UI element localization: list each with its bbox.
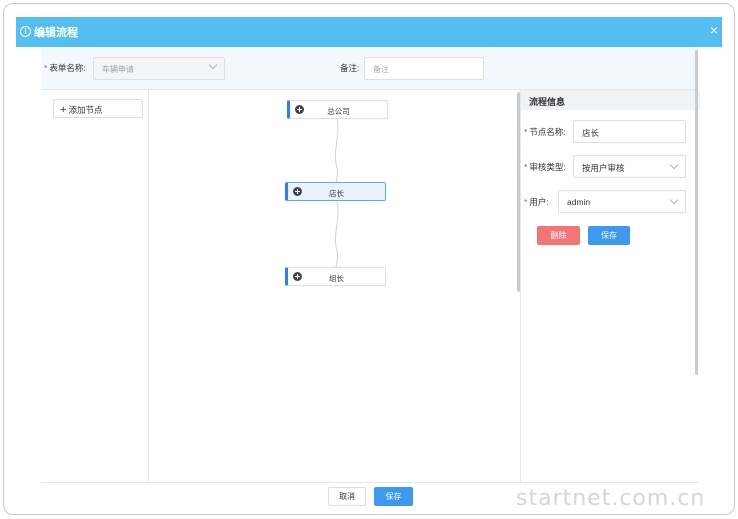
save-button[interactable]: 保存	[374, 487, 413, 506]
close-icon[interactable]: ×	[710, 22, 718, 38]
plus-icon: +	[60, 104, 67, 116]
remark-input[interactable]: 备注	[364, 57, 484, 80]
flow-node-hq[interactable]: 总公司	[287, 100, 388, 119]
form-name-label: * 表单名称:	[44, 63, 86, 73]
save-node-button[interactable]: 保存	[588, 226, 630, 245]
flow-info-header: 流程信息	[521, 90, 700, 110]
add-node-button[interactable]: + 添加节点	[53, 99, 143, 118]
approval-type-label: * 审核类型:	[524, 162, 566, 172]
form-header: * 表单名称: 车辆申请 备注: 备注	[41, 47, 696, 90]
dialog-titlebar: i 编辑流程 ×	[16, 17, 722, 47]
info-circle-icon: i	[20, 26, 31, 37]
node-name-label: * 节点名称:	[524, 127, 566, 137]
flow-canvas: 总公司 店长 组长	[149, 90, 520, 484]
chevron-down-icon	[669, 160, 679, 170]
panel-scrollbar[interactable]	[695, 50, 698, 375]
form-name-select: 车辆申请	[93, 57, 225, 80]
user-select[interactable]: admin	[558, 190, 686, 213]
watermark: startnet.com.cn	[516, 486, 706, 511]
chevron-down-icon	[208, 60, 218, 70]
user-label: * 用户:	[524, 197, 549, 207]
dialog-frame: i 编辑流程 × * 表单名称: 车辆申请 备注: 备注 + 添加节点 总公司 店长	[3, 3, 735, 515]
flow-node-store-manager[interactable]: 店长	[285, 182, 386, 201]
flow-node-team-leader[interactable]: 组长	[285, 267, 386, 286]
chevron-down-icon	[669, 195, 679, 205]
flow-info-panel: 流程信息 * 节点名称: 店长 * 审核类型: 按用户审核 * 用户: admin 删…	[520, 90, 700, 484]
node-toolbox: + 添加节点	[41, 90, 149, 484]
remark-label: 备注:	[340, 63, 360, 73]
node-name-input[interactable]: 店长	[573, 120, 686, 143]
dialog-title: 编辑流程	[34, 27, 78, 39]
approval-type-select[interactable]: 按用户审核	[573, 155, 686, 178]
delete-node-button[interactable]: 删除	[537, 226, 580, 245]
cancel-button[interactable]: 取消	[328, 487, 366, 506]
flow-connectors	[333, 118, 341, 271]
